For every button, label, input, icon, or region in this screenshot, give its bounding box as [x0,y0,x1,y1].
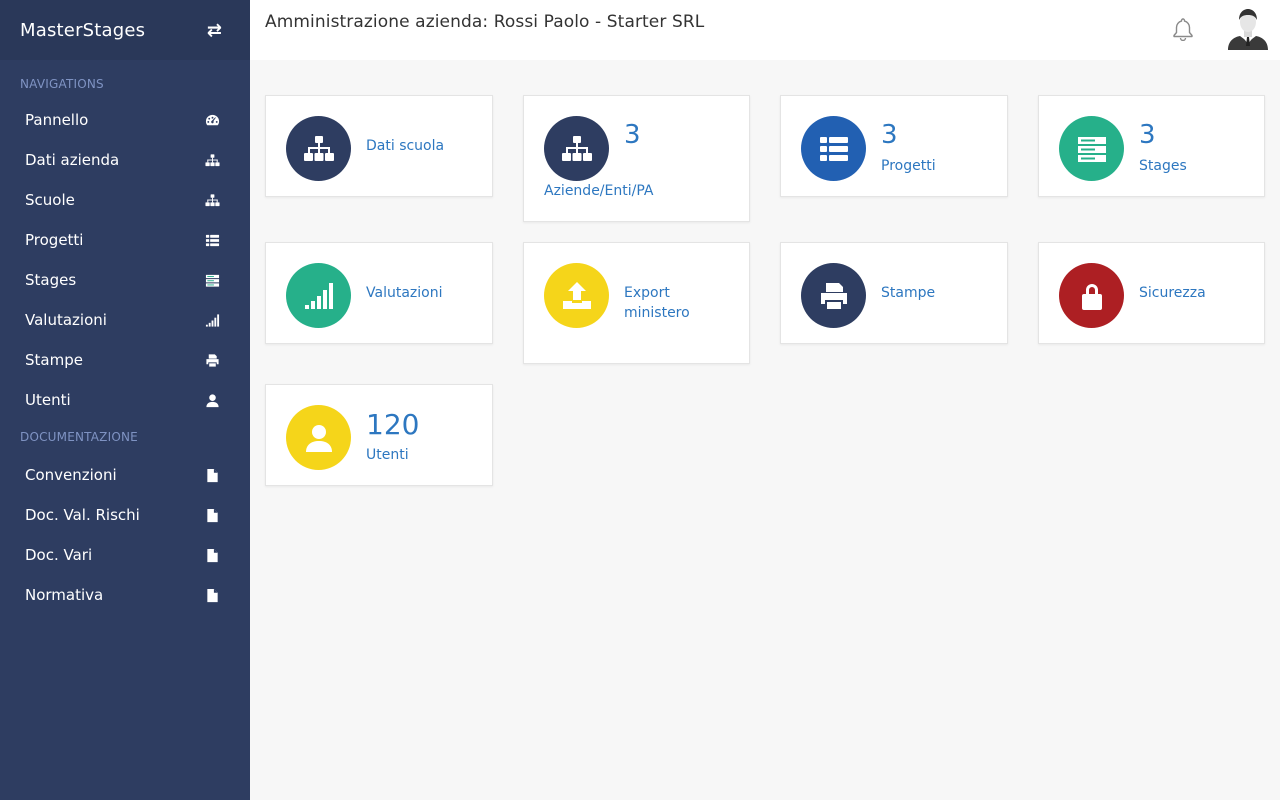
sidebar-item-stages[interactable]: Stages [0,260,250,300]
server-icon [1059,116,1124,181]
card-utenti[interactable]: 120 Utenti [265,384,493,486]
card-dati-scuola[interactable]: Dati scuola [265,95,493,197]
card-label: Valutazioni [366,285,443,301]
list-icon [204,232,220,248]
user-avatar-icon[interactable] [1226,6,1270,50]
sidebar-item-label: Doc. Vari [25,546,93,564]
card-valutazioni[interactable]: Valutazioni [265,242,493,344]
sidebar-item-stampe[interactable]: Stampe [0,340,250,380]
sidebar-item-normativa[interactable]: Normativa [0,575,250,615]
card-aziende[interactable]: 3 Aziende/Enti/PA [523,95,750,222]
sidebar-item-label: Dati azienda [25,151,120,169]
file-icon [204,587,220,603]
swap-arrows-icon[interactable]: ⇄ [207,20,222,41]
sidebar-item-label: Scuole [25,191,75,209]
card-label: Stampe [881,285,936,301]
card-count: 120 [366,408,420,441]
dashboard-icon [204,112,220,128]
sidebar-item-convenzioni[interactable]: Convenzioni [0,455,250,495]
sidebar-item-label: Progetti [25,231,84,249]
app-title[interactable]: MasterStages [20,20,145,41]
signal-icon [286,263,351,328]
sidebar-item-doc-vari[interactable]: Doc. Vari [0,535,250,575]
card-stages[interactable]: 3 Stages [1038,95,1265,197]
card-count: 3 [1139,120,1156,150]
sitemap-icon [544,116,609,181]
sidebar-item-progetti[interactable]: Progetti [0,220,250,260]
card-sicurezza[interactable]: Sicurezza [1038,242,1265,344]
list-icon [801,116,866,181]
card-label: Stages [1139,158,1187,174]
brand-bar: MasterStages ⇄ [0,0,250,60]
sidebar-item-doc-val-rischi[interactable]: Doc. Val. Rischi [0,495,250,535]
doc-section-heading: DOCUMENTAZIONE [20,430,138,444]
card-label: Aziende/Enti/PA [544,183,654,199]
sitemap-icon [204,152,220,168]
sidebar-item-dati-azienda[interactable]: Dati azienda [0,140,250,180]
user-icon [204,392,220,408]
sitemap-icon [286,116,351,181]
sidebar-item-label: Stampe [25,351,83,369]
sitemap-icon [204,192,220,208]
sidebar: MasterStages ⇄ NAVIGATIONS Pannello Dati… [0,0,250,800]
file-icon [204,507,220,523]
page-title: Amministrazione azienda: Rossi Paolo - S… [265,12,705,32]
card-label-line2: ministero [624,305,690,321]
sidebar-item-label: Stages [25,271,77,289]
sidebar-item-label: Valutazioni [25,311,107,329]
card-label-line1: Export [624,285,670,301]
file-icon [204,547,220,563]
bell-icon[interactable] [1172,17,1194,42]
server-icon [204,272,220,288]
card-count: 3 [624,120,641,150]
signal-icon [204,312,220,328]
card-count: 3 [881,120,898,150]
lock-icon [1059,263,1124,328]
sidebar-item-label: Normativa [25,586,104,604]
card-export-ministero[interactable]: Export ministero [523,242,750,364]
card-label: Progetti [881,158,936,174]
card-stampe[interactable]: Stampe [780,242,1008,344]
printer-icon [204,352,220,368]
upload-icon [544,263,609,328]
sidebar-item-scuole[interactable]: Scuole [0,180,250,220]
nav-section-heading: NAVIGATIONS [20,77,104,91]
card-progetti[interactable]: 3 Progetti [780,95,1008,197]
sidebar-item-label: Doc. Val. Rischi [25,506,140,524]
top-header: Amministrazione azienda: Rossi Paolo - S… [250,0,1280,60]
printer-icon [801,263,866,328]
sidebar-item-valutazioni[interactable]: Valutazioni [0,300,250,340]
sidebar-item-label: Utenti [25,391,71,409]
card-label: Sicurezza [1139,285,1206,301]
sidebar-item-label: Pannello [25,111,89,129]
sidebar-item-pannello[interactable]: Pannello [0,100,250,140]
user-icon [286,405,351,470]
sidebar-item-utenti[interactable]: Utenti [0,380,250,420]
sidebar-item-label: Convenzioni [25,466,117,484]
file-icon [204,467,220,483]
card-label: Utenti [366,447,409,463]
card-label: Dati scuola [366,138,445,154]
